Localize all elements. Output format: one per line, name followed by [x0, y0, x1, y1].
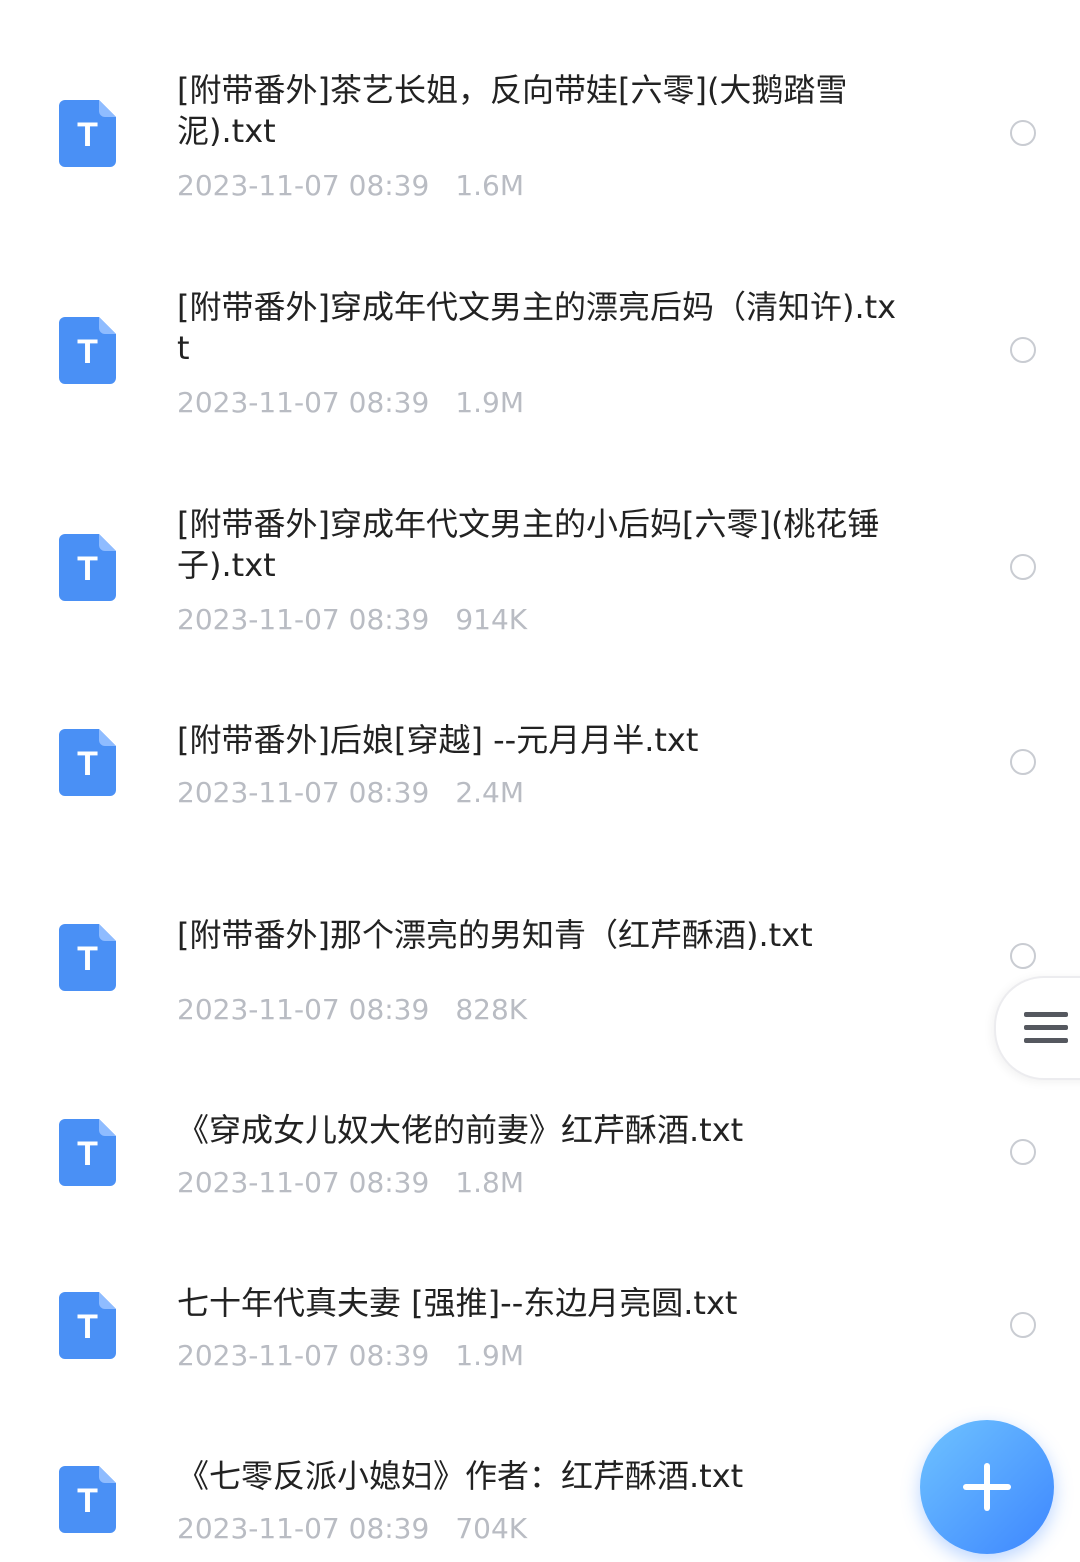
- file-size: 1.9M: [455, 1339, 525, 1372]
- file-size: 1.9M: [455, 386, 525, 419]
- file-date: 2023-11-07 08:39: [177, 776, 430, 809]
- file-name: 《七零反派小媳妇》作者：红芹酥酒.txt: [177, 1457, 744, 1495]
- file-meta: 2023-11-07 08:39 1.8M: [177, 1166, 524, 1200]
- file-meta: 2023-11-07 08:39 1.9M: [177, 386, 524, 420]
- select-radio[interactable]: [1010, 943, 1036, 969]
- file-name: [附带番外]那个漂亮的男知青（红芹酥酒).txt: [177, 916, 813, 954]
- svg-text:T: T: [77, 1135, 98, 1173]
- file-meta: 2023-11-07 08:39 1.9M: [177, 1339, 524, 1373]
- hamburger-menu-icon-bar: [1024, 1038, 1068, 1043]
- file-size: 1.8M: [455, 1166, 525, 1199]
- txt-file-icon: T: [59, 924, 116, 991]
- file-size: 828K: [455, 993, 528, 1026]
- side-menu-handle[interactable]: [994, 976, 1080, 1080]
- file-date: 2023-11-07 08:39: [177, 1512, 430, 1545]
- file-name: [附带番外]穿成年代文男主的漂亮后妈（清知许).txt: [177, 288, 897, 367]
- svg-text:T: T: [77, 940, 98, 978]
- file-name: [附带番外]穿成年代文男主的小后妈[六零](桃花锤子).txt: [177, 505, 880, 584]
- add-button[interactable]: [920, 1420, 1054, 1554]
- file-date: 2023-11-07 08:39: [177, 386, 430, 419]
- file-name: 七十年代真夫妻 [强推]--东边月亮圆.txt: [177, 1284, 738, 1322]
- file-date: 2023-11-07 08:39: [177, 1166, 430, 1199]
- select-radio[interactable]: [1010, 554, 1036, 580]
- select-radio[interactable]: [1010, 749, 1036, 775]
- select-radio[interactable]: [1010, 1312, 1036, 1338]
- file-size: 914K: [455, 603, 528, 636]
- txt-file-icon: T: [59, 317, 116, 384]
- txt-file-icon: T: [59, 1466, 116, 1533]
- txt-file-icon: T: [59, 1119, 116, 1186]
- hamburger-menu-icon: [1024, 1012, 1068, 1017]
- file-name: 《穿成女儿奴大佬的前妻》红芹酥酒.txt: [177, 1111, 744, 1149]
- txt-file-icon: T: [59, 1292, 116, 1359]
- file-meta: 2023-11-07 08:39 2.4M: [177, 776, 524, 810]
- svg-text:T: T: [77, 333, 98, 371]
- txt-file-icon: T: [59, 729, 116, 796]
- svg-text:T: T: [77, 550, 98, 588]
- file-meta: 2023-11-07 08:39 704K: [177, 1512, 527, 1546]
- select-radio[interactable]: [1010, 1139, 1036, 1165]
- file-date: 2023-11-07 08:39: [177, 169, 430, 202]
- file-size: 704K: [455, 1512, 528, 1545]
- file-size: 2.4M: [455, 776, 525, 809]
- hamburger-menu-icon-bar: [1024, 1025, 1068, 1030]
- txt-file-icon: T: [59, 534, 116, 601]
- file-date: 2023-11-07 08:39: [177, 1339, 430, 1372]
- file-date: 2023-11-07 08:39: [177, 603, 430, 636]
- file-name: [附带番外]后娘[穿越] --元月月半.txt: [177, 721, 699, 759]
- file-meta: 2023-11-07 08:39 1.6M: [177, 169, 524, 203]
- select-radio[interactable]: [1010, 337, 1036, 363]
- svg-text:T: T: [77, 745, 98, 783]
- file-meta: 2023-11-07 08:39 914K: [177, 603, 527, 637]
- file-meta: 2023-11-07 08:39 828K: [177, 993, 527, 1027]
- file-row[interactable]: T 《七零反派小媳妇》作者：红芹酥酒.txt 2023-11-07 08:39 704…: [0, 0, 1080, 1545]
- svg-text:T: T: [77, 1308, 98, 1346]
- file-size: 1.6M: [455, 169, 525, 202]
- file-date: 2023-11-07 08:39: [177, 993, 430, 1026]
- svg-text:T: T: [77, 1482, 98, 1520]
